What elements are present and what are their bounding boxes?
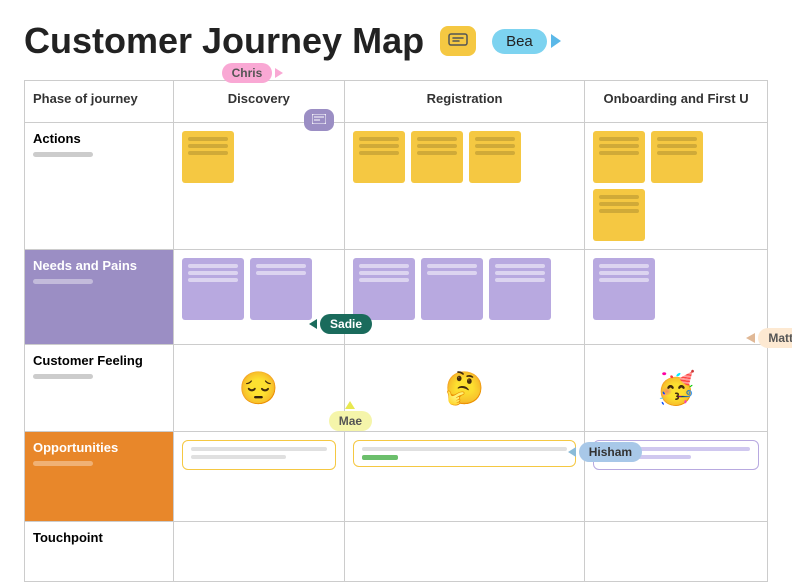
row-actions: Actions <box>25 123 768 250</box>
row-needs: Needs and Pains <box>25 250 768 345</box>
sticky-note[interactable] <box>469 131 521 183</box>
needs-onboarding-notes <box>593 258 759 320</box>
row-feeling: Customer Feeling 😔 Mae 🤔 <box>25 345 768 432</box>
matt-arrow-icon <box>746 333 755 343</box>
sticky-note[interactable] <box>182 131 234 183</box>
needs-registration <box>345 250 585 345</box>
actions-discovery-notes <box>182 131 336 183</box>
mae-cursor: Mae <box>329 401 372 431</box>
hisham-arrow-icon <box>568 447 576 457</box>
phase-actions-sub <box>33 152 93 157</box>
feeling-discovery: 😔 Mae <box>173 345 344 432</box>
opp-registration: Hisham <box>345 432 585 522</box>
phase-opp-sub <box>33 461 93 466</box>
phase-opportunities-label: Opportunities <box>33 440 165 455</box>
phase-needs-sub <box>33 279 93 284</box>
actions-registration-notes <box>353 131 576 183</box>
sticky-note[interactable] <box>250 258 312 320</box>
phase-opportunities: Opportunities <box>25 432 174 522</box>
chat-icon <box>440 26 476 56</box>
opp-discovery <box>173 432 344 522</box>
hisham-cursor: Hisham <box>568 442 642 462</box>
page-title: Customer Journey Map <box>24 20 424 62</box>
sticky-note[interactable] <box>353 131 405 183</box>
needs-discovery: Sadie <box>173 250 344 345</box>
phase-actions: Actions <box>25 123 174 250</box>
col-header-onboarding: Onboarding and First U <box>585 81 768 123</box>
feeling-onboarding: 🥳 <box>585 345 768 432</box>
sticky-note[interactable] <box>421 258 483 320</box>
actions-discovery <box>173 123 344 250</box>
phase-feeling: Customer Feeling <box>25 345 174 432</box>
feeling-discovery-emoji: 😔 <box>182 353 336 423</box>
sadie-cursor: Sadie <box>309 314 372 334</box>
bea-arrow-icon <box>551 34 561 48</box>
sticky-note[interactable] <box>593 258 655 320</box>
chris-arrow-icon <box>275 68 283 78</box>
matt-cursor: Matt <box>746 328 792 348</box>
phase-needs-label: Needs and Pains <box>33 258 165 273</box>
actions-registration <box>345 123 585 250</box>
row-opportunities: Opportunities <box>25 432 768 522</box>
sadie-label: Sadie <box>320 314 372 334</box>
actions-onboarding-notes <box>593 131 759 241</box>
phase-feeling-label: Customer Feeling <box>33 353 165 368</box>
sticky-note[interactable] <box>489 258 551 320</box>
row-touchpoint: Touchpoint <box>25 522 768 582</box>
sticky-note[interactable] <box>593 131 645 183</box>
needs-onboarding: Matt <box>585 250 768 345</box>
chris-cursor: Chris <box>222 63 284 83</box>
actions-onboarding <box>585 123 768 250</box>
matt-label: Matt <box>758 328 792 348</box>
needs-registration-notes <box>353 258 576 320</box>
feeling-onboarding-emoji: 🥳 <box>593 353 759 423</box>
sticky-note[interactable] <box>411 131 463 183</box>
table-header-row: Phase of journey Chris Discovery Registr… <box>25 81 768 123</box>
needs-discovery-notes <box>182 258 336 320</box>
feeling-registration-emoji: 🤔 <box>353 353 576 423</box>
sticky-note[interactable] <box>593 189 645 241</box>
touchpoint-onboarding <box>585 522 768 582</box>
page: Customer Journey Map Bea Phase of journe… <box>0 0 792 528</box>
col-header-registration: Registration <box>345 81 585 123</box>
chris-chat-bubble <box>304 109 334 131</box>
opp-card[interactable] <box>353 440 576 467</box>
sticky-note[interactable] <box>353 258 415 320</box>
bea-cursor: Bea <box>492 29 561 54</box>
mae-arrow-icon <box>345 401 355 409</box>
sticky-note[interactable] <box>651 131 703 183</box>
journey-table: Phase of journey Chris Discovery Registr… <box>24 80 768 582</box>
col-header-phase: Phase of journey <box>25 81 174 123</box>
chris-label: Chris <box>222 63 273 83</box>
header: Customer Journey Map Bea <box>24 20 768 62</box>
touchpoint-registration <box>345 522 585 582</box>
phase-touchpoint: Touchpoint <box>25 522 174 582</box>
phase-needs: Needs and Pains <box>25 250 174 345</box>
phase-feeling-sub <box>33 374 93 379</box>
phase-actions-label: Actions <box>33 131 165 146</box>
feeling-registration: 🤔 <box>345 345 585 432</box>
hisham-label: Hisham <box>579 442 642 462</box>
sadie-arrow-icon <box>309 319 317 329</box>
phase-touchpoint-label: Touchpoint <box>33 530 165 545</box>
bea-label: Bea <box>492 29 547 54</box>
touchpoint-discovery <box>173 522 344 582</box>
opp-card[interactable] <box>182 440 336 470</box>
sticky-note[interactable] <box>182 258 244 320</box>
mae-label: Mae <box>329 411 372 431</box>
